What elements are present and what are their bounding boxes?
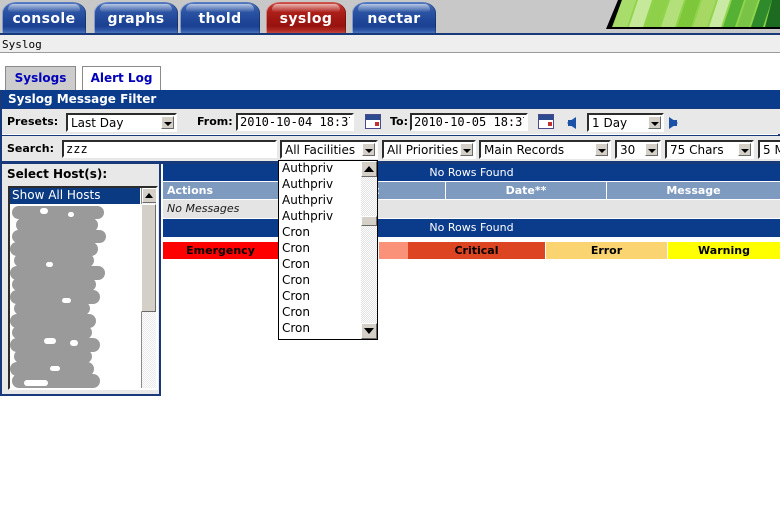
to-date-input[interactable] [410,113,528,131]
green-stripes-banner-icon [606,0,780,29]
scroll-up-arrow-icon[interactable] [142,188,156,203]
presets-select-value: Last Day [71,116,124,130]
facilities-select-value: All Facilities [285,143,356,157]
filter-row-search: Search: All Facilities All Priorities Ma… [2,135,780,161]
scroll-up-arrow-icon[interactable] [361,161,377,177]
top-navigation-bar: console graphs thold syslog nectar [0,0,780,33]
nav-tab-syslog[interactable]: syslog [266,2,346,33]
nav-tab-nectar-label: nectar [367,11,421,27]
refresh-select[interactable]: 5 Mi [758,140,780,159]
dropdown-scroll-thumb[interactable] [361,216,377,226]
facilities-dropdown-list[interactable]: Authpriv Authpriv Authpriv Authpriv Cron… [278,160,378,340]
rows-select[interactable]: 30 [615,140,661,159]
range-select-value: 1 Day [592,116,628,130]
chevron-down-icon[interactable] [362,143,375,156]
host-list-scroll-thumb[interactable] [141,204,156,312]
tab-syslogs[interactable]: Syslogs [5,66,76,90]
severity-warning[interactable]: Warning [668,242,780,259]
nav-tab-graphs[interactable]: graphs [94,2,178,33]
scroll-down-arrow-icon[interactable] [361,323,377,339]
from-calendar-icon[interactable] [365,114,381,129]
chars-select[interactable]: 75 Chars [665,140,754,159]
chevron-down-icon[interactable] [161,116,174,129]
nav-tab-syslog-label: syslog [279,11,333,27]
filter-panel-title: Syslog Message Filter [2,90,780,108]
syslog-message-filter-panel: Syslog Message Filter Presets: Last Day … [0,90,780,164]
nav-tab-thold-label: thold [198,11,242,27]
facilities-dropdown-scrollbar[interactable] [361,161,377,339]
from-label: From: [197,115,233,128]
nav-tab-graphs-label: graphs [107,11,165,27]
nav-tab-console-label: console [12,11,76,27]
priorities-select[interactable]: All Priorities [382,140,476,159]
chars-select-value: 75 Chars [670,143,724,157]
to-label: To: [390,115,408,128]
nav-tab-console[interactable]: console [2,2,86,33]
host-listbox[interactable]: Show All Hosts [8,186,158,390]
tab-alert-log[interactable]: Alert Log [82,66,161,90]
search-input[interactable] [62,140,277,158]
nav-tab-thold[interactable]: thold [180,2,260,33]
select-hosts-panel: Select Host(s): Show All Hosts [0,164,161,396]
column-header-message[interactable]: Message [607,182,780,199]
arrow-left-icon[interactable] [567,117,576,129]
breadcrumb: Syslog [0,33,780,53]
green-stripes-banner [600,0,780,31]
records-select[interactable]: Main Records [479,140,611,159]
empty-actions-cell: No Messages [163,200,284,218]
chevron-down-icon[interactable] [645,143,658,156]
range-select[interactable]: 1 Day [587,113,664,132]
column-header-actions[interactable]: Actions [163,182,284,199]
top-status-bar: No Rows Found [163,164,780,181]
to-calendar-icon[interactable] [538,114,554,129]
chevron-down-icon[interactable] [738,143,751,156]
records-select-value: Main Records [484,143,565,157]
chevron-down-icon[interactable] [595,143,608,156]
from-date-input[interactable] [236,113,354,131]
priorities-select-value: All Priorities [387,143,459,157]
arrow-right-icon[interactable] [669,117,678,129]
rows-select-value: 30 [620,143,636,157]
host-option-show-all[interactable]: Show All Hosts [10,188,140,204]
refresh-select-value: 5 Mi [763,143,780,157]
chevron-down-icon[interactable] [648,116,661,129]
no-messages-text: No Messages [167,202,240,215]
facilities-select[interactable]: All Facilities [280,140,378,159]
search-label: Search: [7,142,54,155]
filter-row-dates: Presets: Last Day From: To: 1 Day [2,108,780,134]
nav-tab-nectar[interactable]: nectar [352,2,436,33]
severity-critical[interactable]: Critical [408,242,545,259]
severity-alert[interactable] [379,242,408,259]
bottom-status-bar: No Rows Found [163,219,780,237]
chevron-down-icon[interactable] [460,143,473,156]
presets-label: Presets: [7,115,59,128]
presets-select[interactable]: Last Day [66,113,177,132]
severity-emergency[interactable]: Emergency [163,242,278,259]
page-tab-strip: Syslogs Alert Log [0,56,780,90]
column-header-date[interactable]: Date** [446,182,606,199]
select-hosts-label: Select Host(s): [7,167,108,181]
severity-error[interactable]: Error [546,242,667,259]
